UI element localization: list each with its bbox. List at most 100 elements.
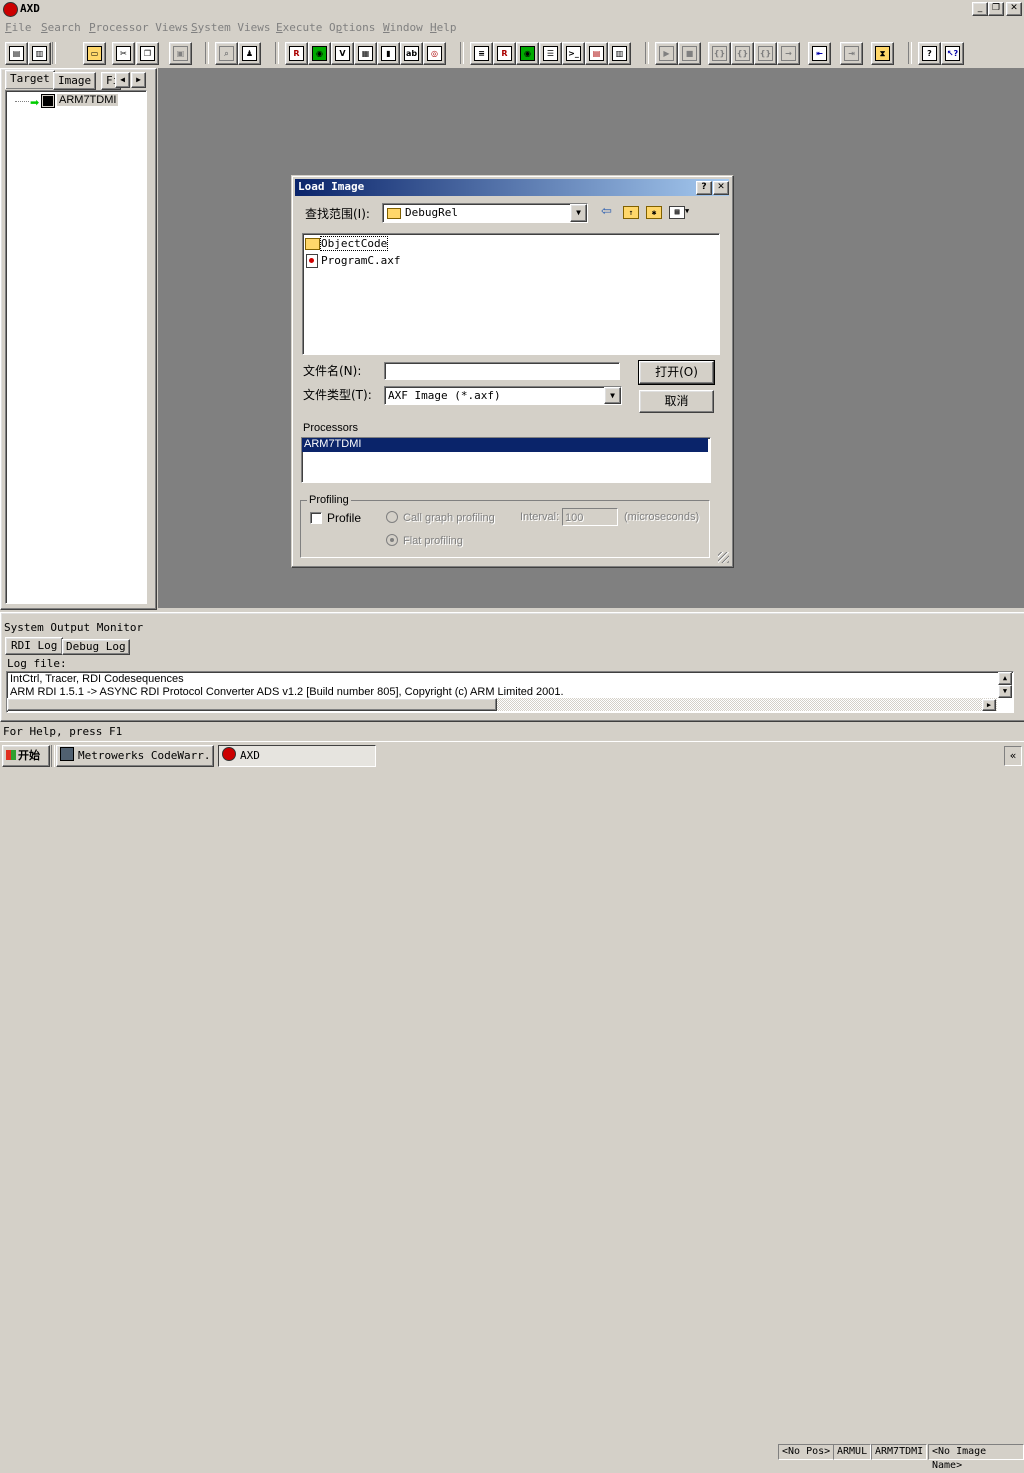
- source-view-icon[interactable]: ≡: [470, 42, 493, 65]
- tab-scroll-right-icon[interactable]: ▶: [131, 72, 146, 88]
- output-icon[interactable]: ▤: [585, 42, 608, 65]
- backtrace-view-icon[interactable]: ▮: [377, 42, 400, 65]
- status-processor: ARM7TDMI: [871, 1444, 928, 1460]
- step-out-icon[interactable]: {}: [754, 42, 777, 65]
- up-folder-icon[interactable]: ↑: [623, 206, 639, 219]
- command-line-icon[interactable]: >_: [562, 42, 585, 65]
- flat-profiling-radio[interactable]: [386, 534, 398, 546]
- watch-view-icon[interactable]: ◉: [308, 42, 331, 65]
- profile-label: Profile: [327, 511, 362, 525]
- sys-watch-icon[interactable]: ◉: [516, 42, 539, 65]
- cancel-button[interactable]: 取消: [639, 390, 714, 413]
- scrollbar-thumb[interactable]: [7, 698, 497, 711]
- tab-rdi-log[interactable]: RDI Log: [5, 637, 64, 655]
- interval-label: Interval:: [520, 511, 560, 523]
- back-icon[interactable]: ⇦: [601, 204, 612, 219]
- menu-processor-views[interactable]: Processor Views: [89, 21, 188, 34]
- folder-icon: [387, 208, 401, 219]
- reload-image-icon[interactable]: ▥: [28, 42, 51, 65]
- processor-list[interactable]: ARM7TDMI: [301, 437, 711, 483]
- filename-input[interactable]: [384, 362, 620, 380]
- paste-icon[interactable]: ▣: [169, 42, 192, 65]
- find-icon[interactable]: ⌕: [215, 42, 238, 65]
- file-name: ProgramC.axf: [321, 254, 401, 267]
- find-next-icon[interactable]: ♟: [238, 42, 261, 65]
- context-help-icon[interactable]: ↖?: [941, 42, 964, 65]
- tab-target[interactable]: Target: [5, 70, 55, 89]
- call-graph-radio[interactable]: [386, 511, 398, 523]
- load-image-icon[interactable]: ▤: [5, 42, 28, 65]
- memory-view-icon[interactable]: ▦: [354, 42, 377, 65]
- menu-execute[interactable]: Execute: [276, 21, 322, 34]
- app-logo-icon: [3, 2, 18, 17]
- dialog-close-button[interactable]: ✕: [713, 181, 729, 195]
- disassembly-view-icon[interactable]: ◎: [423, 42, 446, 65]
- view-menu-icon[interactable]: ▦: [669, 206, 685, 219]
- hourglass-icon[interactable]: ⧗: [871, 42, 894, 65]
- debugger-internals-icon[interactable]: ▥: [608, 42, 631, 65]
- scroll-up-icon[interactable]: ▲: [998, 672, 1012, 685]
- resize-grip-icon[interactable]: [718, 552, 729, 563]
- sys-registers-icon[interactable]: R: [493, 42, 516, 65]
- minimize-button[interactable]: _: [972, 2, 988, 16]
- filetype-combo[interactable]: AXF Image (*.axf) ▼: [384, 386, 622, 405]
- interval-input[interactable]: 100: [562, 508, 618, 526]
- tray-expand-icon[interactable]: «: [1004, 746, 1022, 766]
- filetype-dropdown-icon[interactable]: ▼: [604, 387, 621, 404]
- menu-options[interactable]: Options: [329, 21, 375, 34]
- menu-file[interactable]: File: [5, 21, 32, 34]
- tree-item-arm7tdmi[interactable]: ARM7TDMI: [57, 94, 119, 106]
- tab-scroll-left-icon[interactable]: ◀: [115, 72, 130, 88]
- copy-icon[interactable]: ❐: [136, 42, 159, 65]
- look-in-label: 查找范围(I):: [305, 207, 370, 221]
- file-list[interactable]: ObjectCode ProgramC.axf: [302, 233, 720, 355]
- taskbar: 开始 Metrowerks CodeWarr... AXD «: [0, 741, 1024, 769]
- new-folder-icon[interactable]: ✱: [646, 206, 662, 219]
- run-to-cursor-icon[interactable]: →: [777, 42, 800, 65]
- view-dropdown-icon[interactable]: ▼: [685, 207, 689, 215]
- step-in-icon[interactable]: {}: [708, 42, 731, 65]
- stop-icon[interactable]: ■: [678, 42, 701, 65]
- open-folder-icon[interactable]: ▭: [83, 42, 106, 65]
- set-watchpoint-icon[interactable]: ⇥: [840, 42, 863, 65]
- tab-image[interactable]: Image: [53, 72, 97, 90]
- filename-label: 文件名(N):: [303, 364, 362, 378]
- look-in-dropdown-icon[interactable]: ▼: [570, 204, 587, 222]
- tab-debug-log[interactable]: Debug Log: [62, 639, 130, 655]
- toggle-breakpoint-icon[interactable]: ⇤: [808, 42, 831, 65]
- help-icon[interactable]: ?: [918, 42, 941, 65]
- taskbar-item-axd[interactable]: AXD: [218, 745, 376, 767]
- flat-profiling-label: Flat profiling: [403, 535, 463, 547]
- restore-button[interactable]: ❐: [988, 2, 1004, 16]
- scroll-down-icon[interactable]: ▼: [998, 685, 1012, 698]
- profile-checkbox[interactable]: [310, 512, 322, 524]
- tree-connector: [15, 101, 29, 102]
- scroll-right-icon[interactable]: ▶: [982, 699, 996, 711]
- sys-list-icon[interactable]: ☰: [539, 42, 562, 65]
- windows-logo-icon: [6, 750, 16, 760]
- file-name: ObjectCode: [319, 236, 389, 251]
- look-in-combo[interactable]: DebugRel ▼: [382, 203, 588, 223]
- close-button[interactable]: ✕: [1006, 2, 1022, 16]
- registers-view-icon[interactable]: R: [285, 42, 308, 65]
- variables-view-icon[interactable]: V: [331, 42, 354, 65]
- go-icon[interactable]: ▶: [655, 42, 678, 65]
- target-tree: [5, 90, 147, 604]
- step-icon[interactable]: {}: [731, 42, 754, 65]
- monitor-title: System Output Monitor: [4, 621, 144, 634]
- menu-help[interactable]: Help: [430, 21, 457, 34]
- breakpoints-view-icon[interactable]: ab: [400, 42, 423, 65]
- menu-window[interactable]: Window: [383, 21, 423, 34]
- dialog-title: Load Image: [298, 180, 365, 193]
- start-button[interactable]: 开始: [2, 745, 50, 767]
- taskbar-item-codewarrior[interactable]: Metrowerks CodeWarr...: [56, 745, 214, 767]
- menu-system-views[interactable]: System Views: [191, 21, 270, 34]
- open-button[interactable]: 打开(O): [638, 360, 715, 385]
- cut-icon[interactable]: ✂: [112, 42, 135, 65]
- list-item[interactable]: ARM7TDMI: [302, 438, 708, 452]
- help-status-text: For Help, press F1: [3, 725, 123, 738]
- status-position: <No Pos>: [778, 1444, 835, 1460]
- menu-search[interactable]: Search: [41, 21, 81, 34]
- call-graph-label: Call graph profiling: [403, 512, 495, 524]
- dialog-help-button[interactable]: ?: [696, 181, 712, 195]
